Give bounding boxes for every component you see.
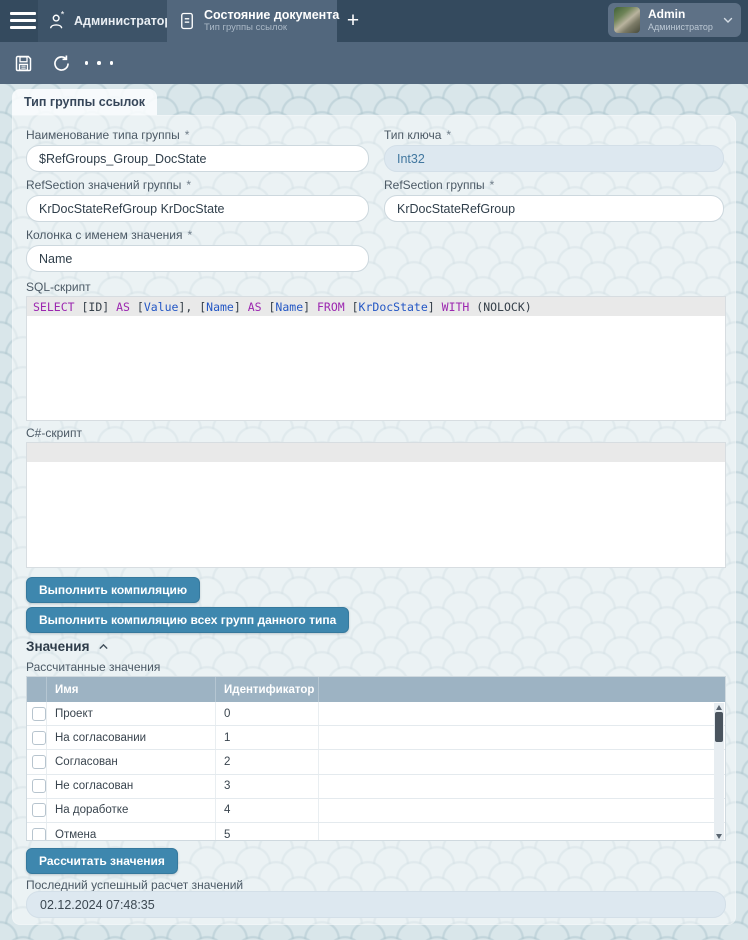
row-checkbox[interactable] [32,755,46,769]
compile-button[interactable]: Выполнить компиляцию [26,577,200,603]
row-filler [319,726,725,749]
refsection-group-input[interactable] [384,195,724,222]
row-checkbox[interactable] [32,803,46,817]
key-type-field [384,145,724,172]
row-filler [319,823,725,841]
last-calc-label: Последний успешный расчет значений [26,878,243,892]
table-row[interactable]: Не согласован3 [27,775,725,799]
row-checkbox[interactable] [32,779,46,793]
new-tab-button[interactable]: + [338,0,368,42]
user-avatar [614,7,640,33]
chevron-down-icon [721,13,735,27]
row-name: На согласовании [47,726,216,749]
row-identifier: 1 [216,726,319,749]
row-checkbox[interactable] [32,731,46,745]
top-bar: * Администратор Состояние документа Тип … [0,0,748,42]
header-checkbox-cell [27,677,47,702]
scrollbar-thumb[interactable] [715,712,723,742]
save-button[interactable] [4,42,42,84]
row-filler [319,799,725,822]
table-row[interactable]: Согласован2 [27,750,725,774]
user-menu[interactable]: Admin Администратор [608,3,741,37]
scroll-up-arrow[interactable] [716,705,722,710]
csharp-script-editor[interactable] [26,442,726,568]
values-section-title: Значения [26,639,89,654]
name-column-label: Колонка с именем значения* [26,228,192,242]
row-checkbox-cell [27,750,47,773]
tab-administrator[interactable]: * Администратор [38,0,167,42]
row-checkbox-cell [27,702,47,725]
last-calc-value: 02.12.2024 07:48:35 [26,891,726,918]
header-name[interactable]: Имя [47,677,216,702]
refsection-values-input[interactable] [26,195,369,222]
calculate-values-button[interactable]: Рассчитать значения [26,848,178,874]
tab-administrator-label: Администратор [74,14,172,28]
compile-all-button[interactable]: Выполнить компиляцию всех групп данного … [26,607,349,633]
row-filler [319,702,725,725]
values-section-header[interactable]: Значения [26,639,110,654]
app-window: * Администратор Состояние документа Тип … [0,0,748,940]
tab-title: Состояние документа [204,8,339,22]
table-row[interactable]: Отмена5 [27,823,725,841]
save-icon [13,53,34,74]
chevron-up-icon [97,640,110,653]
tab-document-state-active[interactable]: Состояние документа Тип группы ссылок [167,0,337,42]
row-checkbox-cell [27,775,47,798]
row-checkbox-cell [27,823,47,841]
content-area: Тип группы ссылок Наименование типа груп… [0,84,748,940]
person-add-icon: * [47,11,67,31]
name-column-input[interactable] [26,245,369,272]
refsection-values-label: RefSection значений группы* [26,178,191,192]
action-toolbar [0,42,748,84]
row-identifier: 0 [216,702,319,725]
table-row[interactable]: На согласовании1 [27,726,725,750]
row-identifier: 3 [216,775,319,798]
row-checkbox[interactable] [32,828,46,841]
tab-subtitle: Тип группы ссылок [204,23,339,34]
header-filler [319,677,725,702]
row-name: Отмена [47,823,216,841]
values-table-body: Проект0На согласовании1Согласован2Не сог… [27,702,725,841]
refresh-icon [51,53,72,74]
row-name: Согласован [47,750,216,773]
row-name: Не согласован [47,775,216,798]
refsection-group-label: RefSection группы* [384,178,494,192]
row-identifier: 5 [216,823,319,841]
more-options-button[interactable] [80,42,118,84]
form-card: Наименование типа группы* Тип ключа* Ref… [12,115,736,925]
key-type-label: Тип ключа* [384,128,451,142]
row-name: На доработке [47,799,216,822]
row-checkbox-cell [27,799,47,822]
hamburger-menu-icon[interactable] [10,12,36,30]
header-identifier[interactable]: Идентификатор [216,677,319,702]
row-filler [319,750,725,773]
user-name: Admin [648,7,721,21]
sql-script-editor[interactable]: SELECT [ID] AS [Value], [Name] AS [Name]… [26,296,726,421]
scroll-down-arrow[interactable] [716,834,722,839]
table-scrollbar[interactable] [714,703,724,841]
sql-code-line: SELECT [ID] AS [Value], [Name] AS [Name]… [27,297,725,316]
refresh-button[interactable] [42,42,80,84]
table-row[interactable]: Проект0 [27,702,725,726]
row-identifier: 4 [216,799,319,822]
group-name-input[interactable] [26,145,369,172]
card-tab-ref-group-type[interactable]: Тип группы ссылок [12,89,157,115]
row-identifier: 2 [216,750,319,773]
sql-script-label: SQL-скрипт [26,280,91,294]
group-name-label: Наименование типа группы* [26,128,189,142]
row-checkbox[interactable] [32,707,46,721]
csharp-code-line [27,443,725,462]
values-table: Имя Идентификатор Проект0На согласовании… [26,676,726,841]
table-row[interactable]: На доработке4 [27,799,725,823]
row-checkbox-cell [27,726,47,749]
user-role: Администратор [648,22,721,33]
kebab-icon [85,61,89,65]
document-icon [178,11,196,31]
row-name: Проект [47,702,216,725]
row-filler [319,775,725,798]
values-table-header: Имя Идентификатор [27,677,725,702]
svg-text:*: * [61,11,65,20]
calculated-values-label: Рассчитанные значения [26,660,160,674]
csharp-script-label: C#-скрипт [26,426,82,440]
